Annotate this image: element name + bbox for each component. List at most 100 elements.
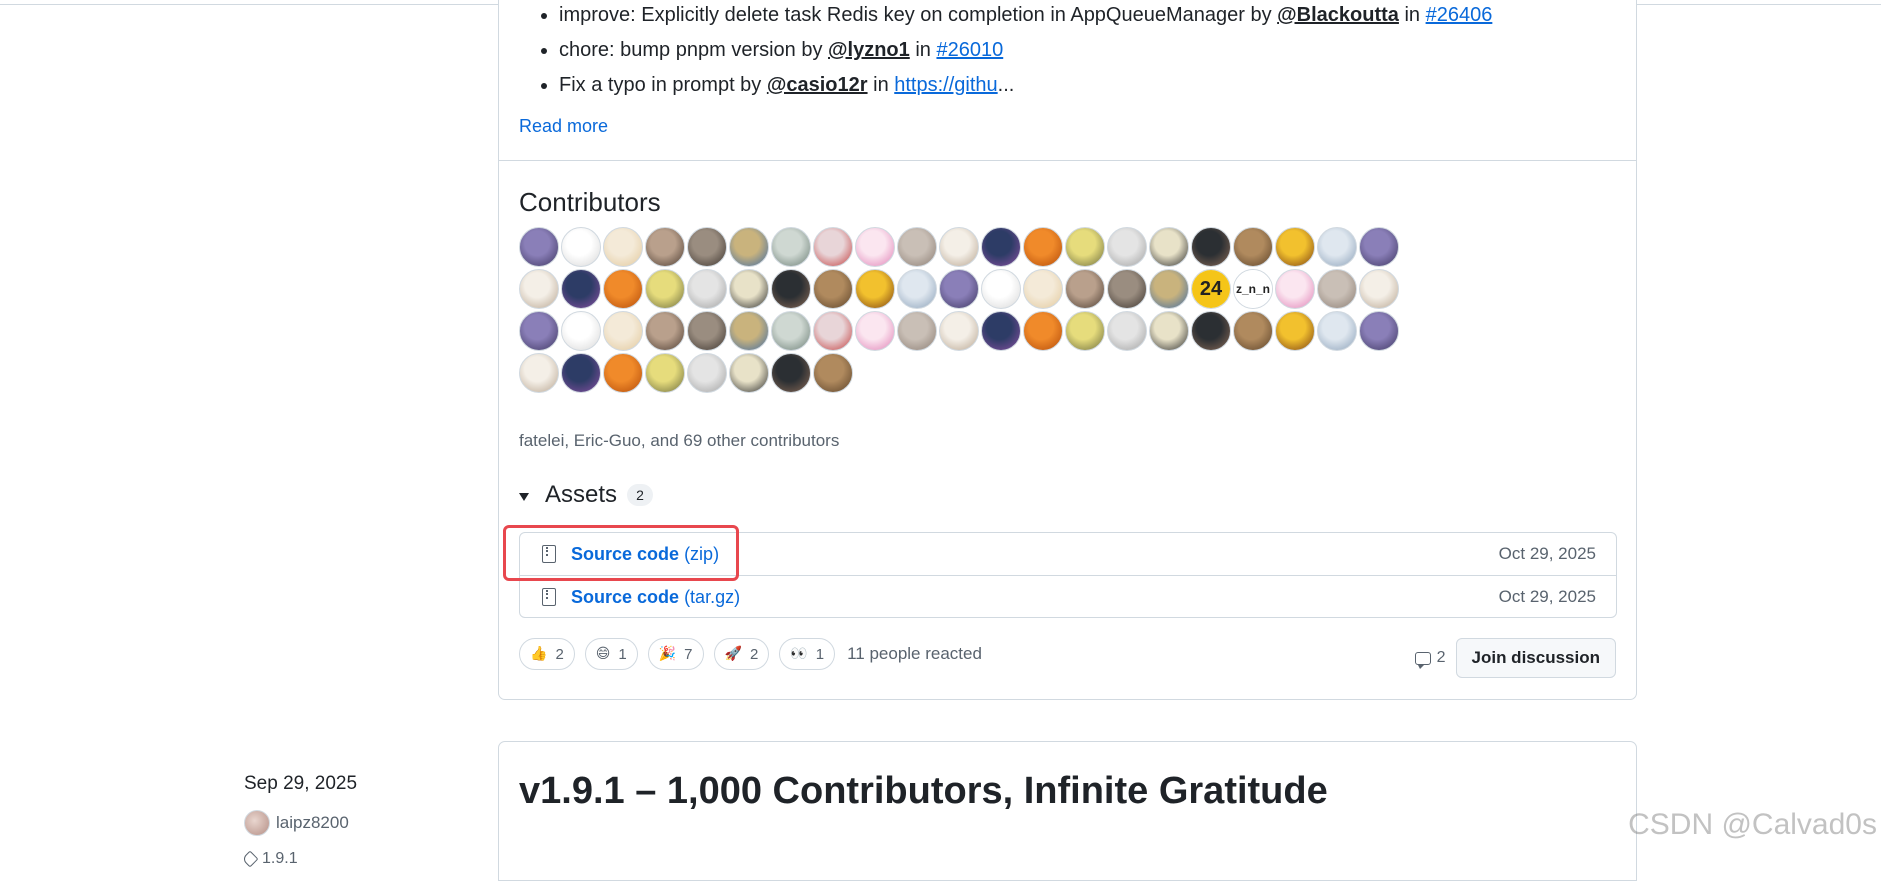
contributor-avatar[interactable]	[1107, 227, 1147, 267]
contributor-avatar[interactable]	[603, 227, 643, 267]
asset-date: Oct 29, 2025	[1498, 544, 1596, 563]
contributor-avatar[interactable]	[1023, 311, 1063, 351]
contributor-avatar[interactable]	[603, 353, 643, 393]
contributor-avatar[interactable]	[645, 311, 685, 351]
pull-request-link[interactable]: #26406	[1426, 4, 1493, 26]
contributor-avatar[interactable]	[729, 227, 769, 267]
laugh-icon: 😄	[595, 646, 611, 662]
assets-heading: Assets	[545, 481, 618, 508]
contributor-avatar[interactable]	[687, 311, 727, 351]
contributor-avatar[interactable]	[771, 227, 811, 267]
contributor-avatar[interactable]	[1149, 311, 1189, 351]
asset-link[interactable]: Source code (tar.gz)	[571, 587, 740, 608]
comment-icon	[1414, 651, 1431, 669]
contributor-avatar[interactable]	[1275, 269, 1315, 309]
contributor-avatar[interactable]	[897, 311, 937, 351]
contributor-avatar[interactable]	[813, 353, 853, 393]
join-discussion-button[interactable]: Join discussion	[1455, 638, 1616, 678]
read-more-link[interactable]: Read more	[519, 116, 608, 137]
contributor-avatar[interactable]	[939, 311, 979, 351]
contributor-avatar[interactable]	[1065, 269, 1105, 309]
pull-request-link[interactable]: #26010	[936, 39, 1003, 61]
contributor-avatar[interactable]	[1359, 311, 1399, 351]
contributor-avatar[interactable]	[1107, 311, 1147, 351]
contributor-avatar[interactable]	[1023, 227, 1063, 267]
contributor-avatar[interactable]	[603, 269, 643, 309]
contributor-avatar[interactable]: 24	[1191, 269, 1231, 309]
discussion-area: 2 Join discussion	[1414, 638, 1616, 678]
user-mention-link[interactable]: @casio12r	[767, 74, 868, 96]
contributor-avatar[interactable]	[1233, 227, 1273, 267]
contributor-avatar[interactable]	[1191, 311, 1231, 351]
release-tag-link[interactable]: 1.9.1	[241, 850, 298, 868]
comment-count-link[interactable]: 2	[1414, 649, 1446, 669]
contributor-avatar[interactable]	[729, 269, 769, 309]
release-card: improve: Explicitly delete task Redis ke…	[498, 0, 1637, 700]
contributor-avatar[interactable]	[771, 311, 811, 351]
contributor-avatar[interactable]	[1275, 311, 1315, 351]
contributor-avatar[interactable]	[813, 311, 853, 351]
contributor-avatar[interactable]	[1359, 269, 1399, 309]
contributor-avatar[interactable]	[1023, 269, 1063, 309]
contributor-avatar[interactable]	[1233, 311, 1273, 351]
asset-date: Oct 29, 2025	[1498, 587, 1596, 606]
contributor-avatar[interactable]	[897, 269, 937, 309]
contributor-avatar[interactable]	[1149, 269, 1189, 309]
contributor-avatar[interactable]	[645, 227, 685, 267]
reaction-thumbs-up[interactable]: 👍 2	[519, 638, 575, 670]
contributor-avatar[interactable]	[1317, 311, 1357, 351]
contributor-avatar[interactable]	[855, 311, 895, 351]
file-zip-icon	[542, 588, 556, 606]
release-title-link[interactable]: v1.9.1 – 1,000 Contributors, Infinite Gr…	[519, 770, 1328, 813]
contributor-avatar[interactable]	[561, 311, 601, 351]
contributor-avatar[interactable]: z_n_n	[1233, 269, 1273, 309]
user-mention-link[interactable]: @Blackoutta	[1277, 4, 1399, 26]
contributor-avatar[interactable]	[519, 227, 559, 267]
contributor-avatar[interactable]	[603, 311, 643, 351]
contributor-avatar[interactable]	[981, 311, 1021, 351]
contributor-avatar[interactable]	[981, 269, 1021, 309]
contributor-avatar[interactable]	[1065, 227, 1105, 267]
reaction-eyes[interactable]: 👀 1	[779, 638, 836, 670]
contributor-avatar[interactable]	[981, 227, 1021, 267]
contributor-avatar[interactable]	[687, 227, 727, 267]
assets-toggle[interactable]: Assets 2	[519, 481, 654, 509]
contributor-avatar[interactable]	[897, 227, 937, 267]
contributor-avatar[interactable]	[561, 227, 601, 267]
contributor-avatar[interactable]	[1191, 227, 1231, 267]
contributor-avatar[interactable]	[855, 227, 895, 267]
contributor-avatar[interactable]	[687, 269, 727, 309]
contributor-avatar[interactable]	[1275, 227, 1315, 267]
contributor-avatar[interactable]	[1149, 227, 1189, 267]
contributor-avatar[interactable]	[645, 269, 685, 309]
contributor-avatar[interactable]	[729, 353, 769, 393]
contributor-avatar[interactable]	[771, 269, 811, 309]
contributor-avatar[interactable]	[519, 311, 559, 351]
contributor-avatar[interactable]	[729, 311, 769, 351]
contributor-avatar[interactable]	[1317, 269, 1357, 309]
release-date: Sep 29, 2025	[244, 773, 358, 794]
contributor-avatar[interactable]	[687, 353, 727, 393]
contributor-avatar[interactable]	[561, 353, 601, 393]
contributor-avatar[interactable]	[771, 353, 811, 393]
user-mention-link[interactable]: @lyzno1	[828, 39, 910, 61]
contributor-avatar[interactable]	[813, 227, 853, 267]
release-author[interactable]: laipz8200	[244, 810, 349, 836]
contributor-avatar[interactable]	[855, 269, 895, 309]
reaction-hooray[interactable]: 🎉 7	[647, 638, 704, 670]
contributor-avatar[interactable]	[813, 269, 853, 309]
contributor-avatar[interactable]	[1065, 311, 1105, 351]
contributor-avatar[interactable]	[1317, 227, 1357, 267]
asset-row[interactable]: Source code (tar.gz) Oct 29, 2025	[520, 575, 1616, 618]
contributor-avatar[interactable]	[1359, 227, 1399, 267]
contributor-avatar[interactable]	[645, 353, 685, 393]
pull-request-link[interactable]: https://githu	[894, 74, 997, 96]
reaction-rocket[interactable]: 🚀 2	[713, 638, 770, 670]
contributor-avatar[interactable]	[519, 353, 559, 393]
contributor-avatar[interactable]	[1107, 269, 1147, 309]
contributor-avatar[interactable]	[519, 269, 559, 309]
contributor-avatar[interactable]	[939, 227, 979, 267]
reaction-laugh[interactable]: 😄 1	[584, 638, 638, 670]
contributor-avatar[interactable]	[561, 269, 601, 309]
contributor-avatar[interactable]	[939, 269, 979, 309]
